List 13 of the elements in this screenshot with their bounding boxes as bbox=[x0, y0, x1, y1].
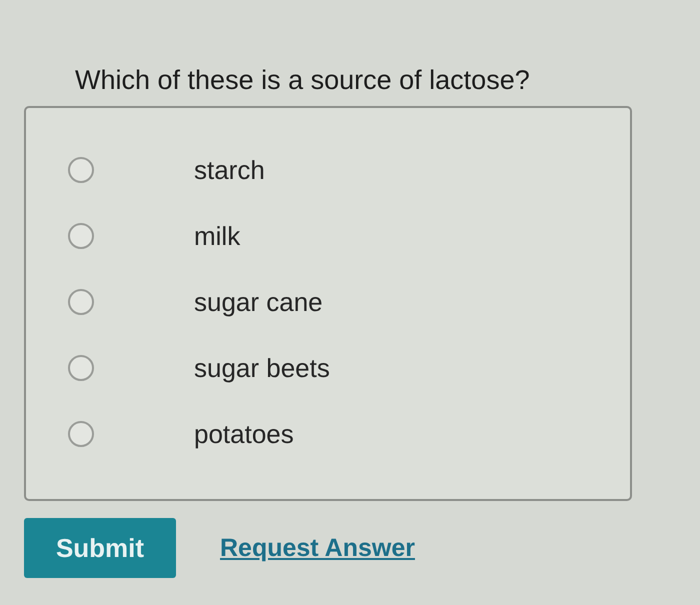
option-label[interactable]: starch bbox=[194, 154, 265, 186]
request-answer-link[interactable]: Request Answer bbox=[220, 534, 415, 562]
radio-button[interactable] bbox=[68, 223, 94, 249]
radio-button[interactable] bbox=[68, 421, 94, 447]
option-label[interactable]: potatoes bbox=[194, 418, 294, 450]
radio-button[interactable] bbox=[68, 157, 94, 183]
radio-button[interactable] bbox=[68, 355, 94, 381]
submit-button[interactable]: Submit bbox=[24, 518, 176, 578]
question-text: Which of these is a source of lactose? bbox=[75, 64, 531, 97]
option-label[interactable]: sugar beets bbox=[194, 352, 330, 384]
option-label[interactable]: sugar cane bbox=[194, 286, 323, 318]
option-label[interactable]: milk bbox=[194, 220, 240, 252]
radio-button[interactable] bbox=[68, 289, 94, 315]
